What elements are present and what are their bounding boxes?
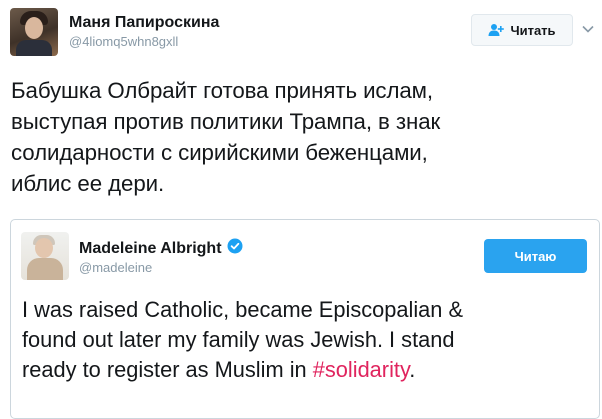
quoted-text-line: I was raised Catholic, became Episcopali… xyxy=(22,297,464,322)
follow-button[interactable]: Читать xyxy=(471,14,573,46)
quoted-author-name: Madeleine Albright xyxy=(79,239,222,257)
author-handle[interactable]: @4liomq5whn8gxll xyxy=(69,34,178,49)
quoted-text-segment: ready to register as Muslim in xyxy=(22,357,313,382)
quoted-text-segment: . xyxy=(409,357,416,382)
quoted-text-line: ready to register as Muslim in #solidari… xyxy=(22,355,592,385)
following-button-label: Читаю xyxy=(514,248,557,264)
quoted-author-name-row[interactable]: Madeleine Albright xyxy=(79,238,243,259)
quoted-author-avatar[interactable] xyxy=(21,232,69,280)
tweet-text-line: выступая против политики Трампа, в знак xyxy=(11,109,441,134)
follow-button-label: Читать xyxy=(510,22,556,38)
chevron-down-icon[interactable] xyxy=(581,22,595,36)
quoted-text-line: found out later my family was Jewish. I … xyxy=(22,327,455,352)
quoted-author-handle[interactable]: @madeleine xyxy=(79,260,152,275)
tweet-text-line: Бабушка Олбрайт готова принять ислам, xyxy=(11,78,434,103)
add-user-icon xyxy=(488,23,505,37)
tweet-text: Бабушка Олбрайт готова принять ислам, вы… xyxy=(11,75,596,199)
following-button[interactable]: Читаю xyxy=(484,239,587,273)
author-name[interactable]: Маня Папироскина xyxy=(69,14,219,32)
verified-badge-icon xyxy=(227,238,243,259)
tweet-text-line: солидарности с сирийскими беженцами, xyxy=(11,140,428,165)
quoted-tweet-card[interactable]: Madeleine Albright @madeleine Читаю I wa… xyxy=(10,219,600,419)
author-avatar[interactable] xyxy=(10,8,58,56)
quoted-tweet-text: I was raised Catholic, became Episcopali… xyxy=(22,295,592,385)
hashtag-link[interactable]: #solidarity xyxy=(313,357,410,382)
tweet-text-line: иблис ее дери. xyxy=(11,171,165,196)
tweet-header: Маня Папироскина @4liomq5whn8gxll Читать xyxy=(0,0,602,66)
